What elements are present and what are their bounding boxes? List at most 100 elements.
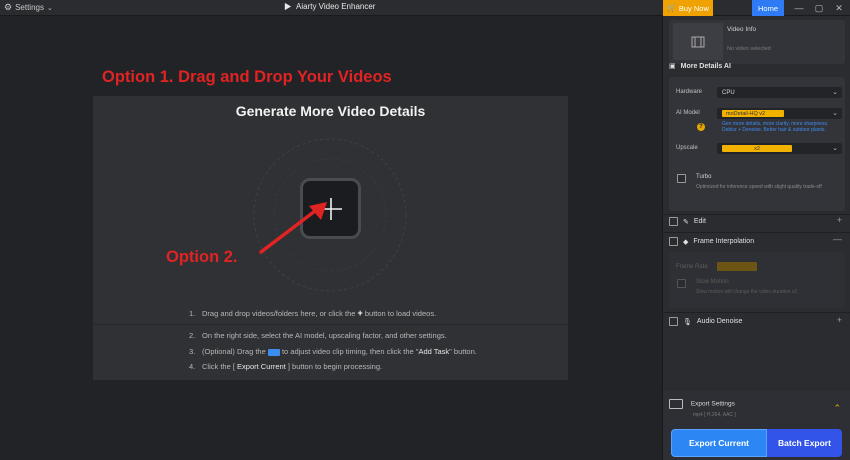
export-settings[interactable]: Export Settings [669, 399, 735, 409]
section-divider [663, 312, 850, 313]
hardware-value: CPU [722, 89, 735, 96]
buy-now-label: Buy Now [678, 3, 709, 13]
step-number: 2. [189, 331, 196, 340]
sliders-icon: ▣ [669, 63, 676, 70]
step-2: 2. On the right side, select the AI model… [189, 331, 447, 340]
app-title-text: Aiarty Video Enhancer [296, 2, 376, 11]
audio-denoise-label: Audio Denoise [696, 318, 743, 325]
step-1: 1. Drag and drop videos/folders here, or … [189, 308, 436, 318]
step-text: (Optional) Drag the [202, 347, 268, 356]
step-number: 4. [189, 362, 196, 371]
turbo-label: Turbo [696, 174, 712, 180]
frame-rate-select[interactable] [717, 262, 757, 271]
clip-handle-icon [267, 348, 280, 356]
monitor-gear-icon [669, 399, 683, 409]
step-text: On the right side, select the AI model, … [202, 331, 447, 340]
settings-sidebar: Video Info No video selected ▣ More Deta… [662, 16, 850, 460]
upscale-label: Upscale [676, 145, 698, 151]
microphone-icon: 🎙 [683, 318, 692, 326]
export-current-text: Export Current [237, 362, 286, 371]
ai-model-select[interactable]: moDetail-HQ v2 ⌄ [717, 108, 842, 119]
video-info-card: Video Info No video selected [669, 20, 845, 64]
slow-motion-desc: Slow motion will change the video durati… [696, 289, 798, 295]
annotation-arrow [259, 202, 327, 254]
annotation-option2: Option 2. [166, 248, 238, 266]
export-area: Export Settings mp4 [ H.264, AAC ] ⌃ Exp… [663, 391, 850, 460]
gear-icon: ⚙ [4, 2, 13, 12]
collapse-minus-icon[interactable]: — [833, 234, 842, 244]
section-divider [663, 232, 850, 233]
buy-now-button[interactable]: 🛒 Buy Now [663, 0, 713, 16]
cart-icon: 🛒 [667, 5, 676, 12]
minimize-icon[interactable]: — [789, 0, 809, 16]
ai-model-hint: Gen more details, more clarity, more sha… [722, 121, 829, 133]
hardware-label: Hardware [676, 89, 703, 95]
help-icon[interactable]: ? [697, 123, 705, 131]
step-number: 1. [189, 309, 196, 318]
expand-plus-icon[interactable]: + [837, 215, 842, 225]
ai-model-label: AI Model [676, 110, 700, 116]
slow-motion-checkbox[interactable] [677, 279, 686, 288]
upscale-value: x2 [722, 145, 792, 152]
export-settings-label: Export Settings [690, 400, 735, 408]
frame-rate-label: Frame Rate [676, 264, 708, 270]
chevron-up-double-icon[interactable]: ⌃ [833, 403, 841, 414]
more-details-header: ▣ More Details AI [669, 62, 731, 71]
edit-label: Edit [693, 218, 706, 225]
chevron-down-icon: ⌄ [46, 4, 53, 12]
step-text: to adjust video clip timing, then click … [279, 347, 419, 356]
video-thumbnail [673, 23, 723, 60]
settings-menu[interactable]: ⚙ Settings ⌄ [4, 2, 53, 13]
step-text: Drag and drop videos/folders here, or cl… [202, 309, 358, 318]
frame-interpolation-box: Frame Rate Slow Motion Slow motion will … [669, 252, 845, 308]
step-3: 3. (Optional) Drag the to adjust video cl… [189, 347, 477, 356]
close-icon[interactable]: ✕ [829, 0, 849, 16]
app-window: ⚙ Settings ⌄ Aiarty Video Enhancer 🛒 Buy… [0, 0, 850, 460]
edit-icon: ✎ [683, 218, 689, 226]
frame-interpolation-checkbox[interactable] [669, 237, 678, 246]
step-text: " button. [449, 347, 477, 356]
upscale-select[interactable]: x2 ⌄ [717, 143, 842, 154]
expand-plus-icon[interactable]: + [837, 315, 842, 325]
frame-interpolation-label: Frame Interpolation [693, 238, 755, 245]
batch-export-button[interactable]: Batch Export [767, 429, 842, 457]
add-task-text: Add Task [418, 347, 450, 356]
annotation-option1: Option 1. Drag and Drop Your Videos [102, 68, 392, 86]
step-text: ] button to begin processing. [285, 362, 383, 371]
slow-motion-label: Slow Motion [696, 279, 729, 285]
ai-model-value: moDetail-HQ v2 [722, 110, 784, 117]
step-text: button to load videos. [362, 309, 437, 318]
chevron-down-icon: ⌄ [832, 110, 838, 117]
turbo-checkbox[interactable] [677, 174, 686, 183]
step-number: 3. [189, 347, 196, 356]
more-details-box: Hardware CPU ⌄ AI Model moDetail-HQ v2 ⌄… [669, 77, 845, 211]
film-icon [691, 36, 705, 47]
video-info-sub: No video selected [727, 46, 771, 52]
main-area: Option 1. Drag and Drop Your Videos Gene… [0, 16, 662, 460]
steps-divider [93, 324, 568, 325]
export-format: mp4 [ H.264, AAC ] [693, 412, 736, 418]
audio-denoise-checkbox[interactable] [669, 317, 678, 326]
section-divider [663, 214, 850, 215]
settings-label: Settings [15, 3, 44, 12]
diamond-icon: ◆ [683, 238, 689, 246]
chevron-down-icon: ⌄ [832, 89, 838, 96]
audio-denoise-row[interactable]: 🎙 Audio Denoise [669, 317, 742, 326]
panel-title: Generate More Video Details [235, 103, 426, 119]
title-bar: ⚙ Settings ⌄ Aiarty Video Enhancer 🛒 Buy… [0, 0, 850, 16]
more-details-title: More Details AI [680, 62, 731, 70]
app-title: Aiarty Video Enhancer [283, 2, 375, 11]
video-info-title: Video Info [727, 26, 757, 33]
maximize-icon[interactable]: ▢ [809, 0, 829, 16]
edit-checkbox[interactable] [669, 217, 678, 226]
export-current-button[interactable]: Export Current [671, 429, 767, 457]
home-button[interactable]: Home [752, 0, 784, 16]
chevron-down-icon: ⌄ [832, 145, 838, 152]
frame-interpolation-row[interactable]: ◆ Frame Interpolation [669, 237, 754, 246]
hardware-select[interactable]: CPU ⌄ [717, 87, 842, 98]
turbo-desc: Optimized for inference speed with sligh… [696, 184, 822, 190]
edit-row[interactable]: ✎ Edit [669, 217, 706, 226]
step-4: 4. Click the [ Export Current ] button to… [189, 362, 382, 371]
step-text: Click the [ [202, 362, 238, 371]
app-logo-icon [284, 2, 292, 11]
